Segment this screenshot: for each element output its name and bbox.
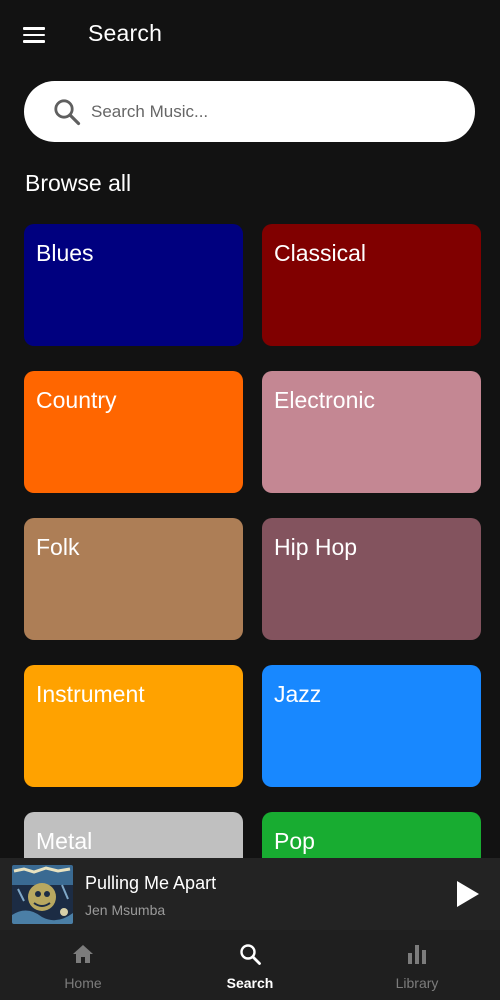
genre-tile-country[interactable]: Country: [24, 371, 243, 493]
search-icon: [240, 944, 261, 965]
album-art: [12, 865, 73, 924]
search-input[interactable]: [91, 96, 451, 128]
genre-tile-classical[interactable]: Classical: [262, 224, 481, 346]
nav-label: Library: [395, 975, 439, 991]
menu-icon[interactable]: [18, 20, 50, 50]
mini-player[interactable]: Pulling Me Apart Jen Msumba: [0, 858, 500, 930]
genre-tile-instrument[interactable]: Instrument: [24, 665, 243, 787]
genre-label: Pop: [274, 828, 315, 854]
page-title: Search: [88, 20, 163, 46]
genre-label: Country: [36, 387, 117, 413]
nav-home[interactable]: Home: [0, 930, 166, 1000]
genre-label: Jazz: [274, 681, 322, 707]
genre-label: Blues: [36, 240, 94, 266]
home-icon: [73, 945, 93, 963]
browse-all-heading: Browse all: [25, 170, 132, 196]
nav-label: Home: [64, 975, 102, 991]
bottom-nav: Home Search Library: [0, 930, 500, 1000]
genre-label: Classical: [274, 240, 367, 266]
app-screen: Search Browse all Blues Classical Countr…: [0, 0, 500, 1000]
top-bar: Search: [0, 0, 500, 70]
genre-tile-jazz[interactable]: Jazz: [262, 665, 481, 787]
genre-label: Hip Hop: [274, 534, 358, 560]
track-artist: Jen Msumba: [85, 902, 166, 918]
genre-label: Metal: [36, 828, 93, 854]
search-icon: [54, 99, 81, 126]
genre-tile-electronic[interactable]: Electronic: [262, 371, 481, 493]
play-icon[interactable]: [448, 876, 484, 912]
genre-tile-hip-hop[interactable]: Hip Hop: [262, 518, 481, 640]
genre-label: Instrument: [36, 681, 145, 707]
genre-tile-blues[interactable]: Blues: [24, 224, 243, 346]
genre-tile-folk[interactable]: Folk: [24, 518, 243, 640]
nav-library[interactable]: Library: [334, 930, 500, 1000]
genre-label: Folk: [36, 534, 80, 560]
library-icon: [408, 945, 426, 964]
nav-label: Search: [226, 975, 274, 991]
track-title: Pulling Me Apart: [85, 873, 217, 893]
nav-search[interactable]: Search: [167, 930, 333, 1000]
genre-label: Electronic: [274, 387, 375, 413]
